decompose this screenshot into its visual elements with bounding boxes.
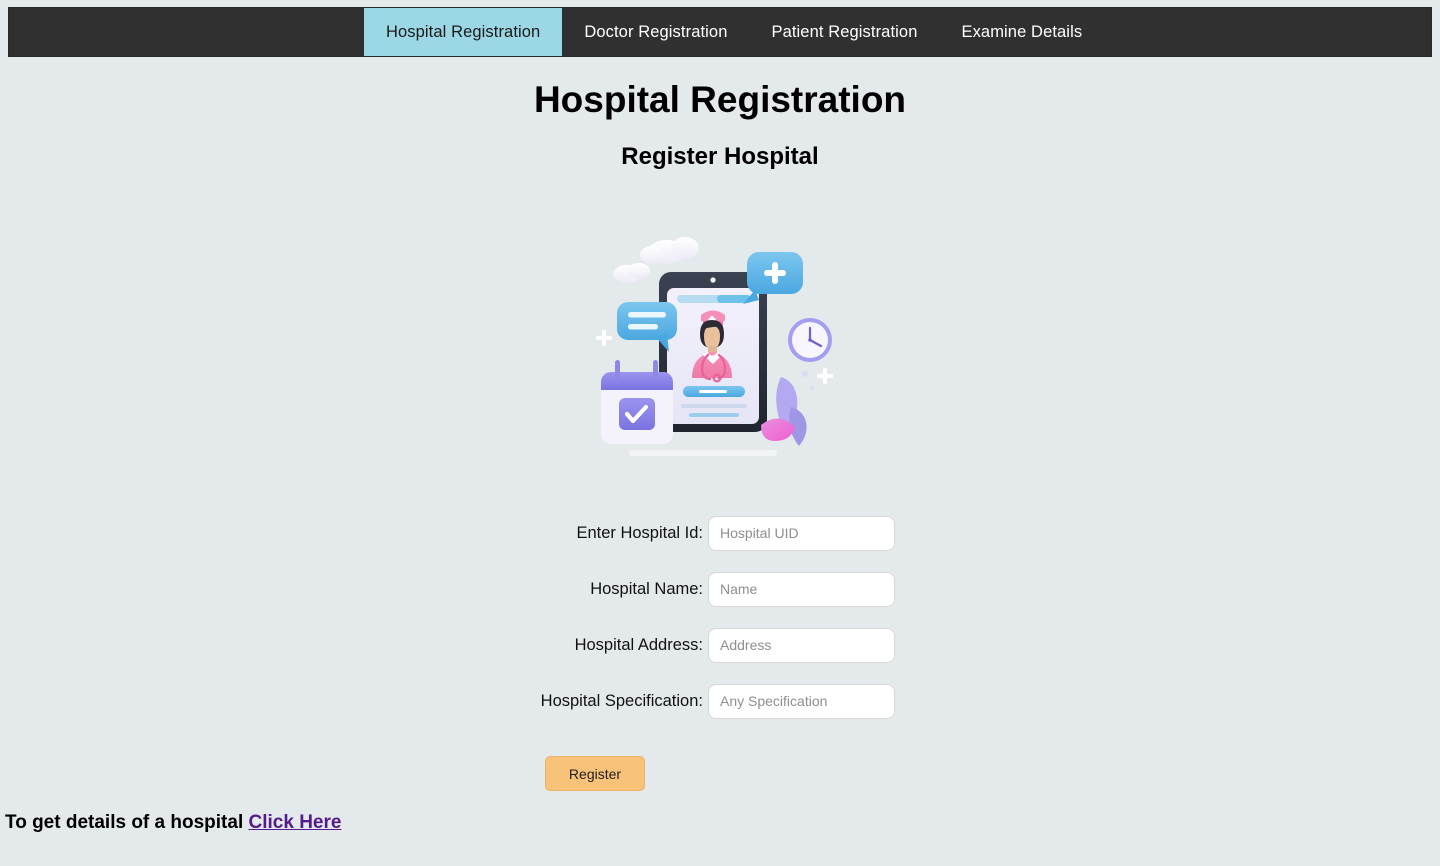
hospital-registration-form: Enter Hospital Id: Hospital Name: Hospit… (0, 505, 1440, 729)
clock-icon (788, 318, 832, 362)
form-row-hospital-specification: Hospital Specification: (0, 673, 1440, 729)
register-button[interactable]: Register (545, 756, 645, 791)
page-title: Hospital Registration (533, 79, 907, 120)
nav-tab-label: Hospital Registration (386, 22, 541, 41)
footer-hospital-details-line: To get details of a hospital Click Here (5, 812, 341, 834)
plus-bubble-icon (743, 252, 803, 304)
nav-tab-hospital-registration[interactable]: Hospital Registration (364, 8, 563, 56)
nav-tab-doctor-registration[interactable]: Doctor Registration (562, 8, 749, 56)
main-navbar: Hospital Registration Doctor Registratio… (8, 7, 1432, 57)
hospital-specification-label: Hospital Specification: (540, 691, 703, 710)
nav-tab-label: Patient Registration (771, 22, 918, 41)
navbar-left-spacer (9, 8, 364, 56)
nav-tab-label: Examine Details (961, 22, 1083, 41)
page-subtitle: Register Hospital (621, 143, 819, 170)
hospital-address-label: Hospital Address: (574, 635, 703, 654)
nav-tab-label: Doctor Registration (584, 22, 728, 41)
medical-appointment-illustration (595, 222, 845, 470)
footer-text: To get details of a hospital (5, 812, 249, 833)
hospital-id-label: Enter Hospital Id: (576, 523, 703, 542)
message-bubble-icon (617, 302, 677, 352)
hospital-id-input[interactable] (708, 515, 895, 551)
hospital-specification-input[interactable] (708, 683, 895, 719)
form-row-hospital-name: Hospital Name: (0, 561, 1440, 617)
hospital-name-label: Hospital Name: (590, 579, 703, 598)
click-here-link[interactable]: Click Here (249, 812, 342, 833)
form-row-hospital-address: Hospital Address: (0, 617, 1440, 673)
calendar-icon (601, 360, 673, 444)
hospital-name-input[interactable] (708, 571, 895, 607)
nav-tab-examine-details[interactable]: Examine Details (939, 8, 1104, 56)
nav-tab-patient-registration[interactable]: Patient Registration (749, 8, 939, 56)
form-row-hospital-id: Enter Hospital Id: (0, 505, 1440, 561)
hospital-address-input[interactable] (708, 627, 895, 663)
